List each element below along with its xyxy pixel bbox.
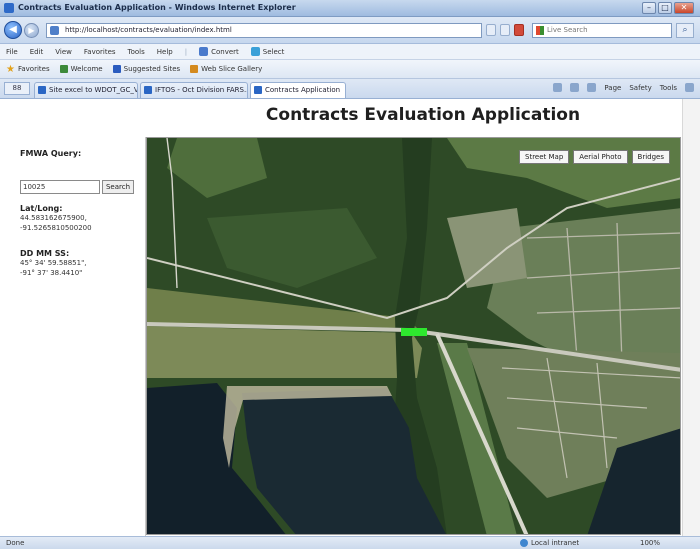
favorite-label: Suggested Sites <box>123 65 181 73</box>
close-button[interactable]: ✕ <box>674 2 694 14</box>
fmwa-query-label: FMWA Query: <box>20 149 82 158</box>
tab-icon <box>144 86 152 94</box>
maximize-button[interactable]: □ <box>658 2 672 14</box>
street-map-button[interactable]: Street Map <box>519 150 570 164</box>
dms-label: DD MM SS: <box>20 249 70 258</box>
security-zone[interactable]: Local intranet <box>520 539 579 547</box>
status-bar: Done Local intranet 100% <box>0 536 700 549</box>
favorites-star-icon: ★ <box>6 63 15 75</box>
window-controls: – □ ✕ <box>642 2 694 14</box>
web-slice-icon <box>190 65 199 73</box>
window-titlebar: Contracts Evaluation Application - Windo… <box>0 0 700 17</box>
address-actions <box>486 24 524 36</box>
favorite-item-welcome[interactable]: Welcome <box>59 65 103 73</box>
live-search-icon <box>536 26 544 35</box>
zone-label: Local intranet <box>531 539 580 547</box>
menu-separator: | <box>184 47 188 56</box>
globe-icon <box>520 539 528 547</box>
vertical-scrollbar[interactable] <box>682 99 700 536</box>
compatibility-icon[interactable] <box>486 24 496 36</box>
tab-label: IFTOS - Oct Division FARS... <box>155 86 248 94</box>
query-row: Search <box>20 180 145 194</box>
menu-edit[interactable]: Edit <box>30 48 44 56</box>
page-favicon-icon <box>50 26 59 35</box>
favorite-item-suggested-sites[interactable]: Suggested Sites <box>112 65 181 73</box>
fmwa-query-input[interactable] <box>20 180 100 194</box>
convert-icon <box>199 47 209 56</box>
search-go-button[interactable]: ⌕ <box>676 23 694 38</box>
select-icon <box>250 47 260 56</box>
menu-tools[interactable]: Tools <box>128 48 145 56</box>
menu-view[interactable]: View <box>55 48 72 56</box>
bridges-button[interactable]: Bridges <box>631 150 670 164</box>
search-placeholder: Live Search <box>547 26 588 34</box>
favorites-bar: ★ Favorites Welcome Suggested Sites Web … <box>0 60 700 79</box>
home-icon[interactable] <box>553 83 563 92</box>
feeds-icon[interactable] <box>570 83 580 92</box>
menu-file[interactable]: File <box>6 48 18 56</box>
refresh-icon[interactable] <box>500 24 510 36</box>
tab-site-excel[interactable]: Site excel to WDOT_GC_V... <box>34 82 138 98</box>
page-title: Contracts Evaluation Application <box>265 105 581 125</box>
stop-icon[interactable] <box>514 24 524 36</box>
aerial-imagery <box>147 138 680 534</box>
tab-label: Contracts Application <box>265 86 341 94</box>
bridge-highlight[interactable] <box>401 328 427 336</box>
favorites-button[interactable]: ★ Favorites <box>6 64 50 75</box>
back-button[interactable]: ◀ <box>4 21 22 39</box>
tab-iftos[interactable]: IFTOS - Oct Division FARS... <box>140 82 248 98</box>
zoom-level[interactable]: 100% <box>640 539 660 547</box>
crop-field <box>147 326 422 378</box>
tab-contracts-application[interactable]: Contracts Application <box>250 82 346 98</box>
suggested-sites-icon <box>112 65 121 73</box>
tab-icon <box>38 86 46 94</box>
tab-icon <box>254 86 262 94</box>
select-button[interactable]: Select <box>250 47 285 56</box>
select-label: Select <box>262 47 285 56</box>
minimize-button[interactable]: – <box>642 2 656 14</box>
latlong-label: Lat/Long: <box>20 204 63 213</box>
menu-favorites[interactable]: Favorites <box>84 48 116 56</box>
favorite-item-web-slice[interactable]: Web Slice Gallery <box>190 65 262 73</box>
url-text: http://localhost/contracts/evaluation/in… <box>65 26 232 34</box>
quick-tabs-button[interactable]: 88 <box>4 82 30 95</box>
welcome-icon <box>59 65 68 73</box>
favorites-label: Favorites <box>17 65 50 73</box>
tools-menu[interactable]: Tools <box>660 84 677 92</box>
url-field[interactable]: http://localhost/contracts/evaluation/in… <box>46 23 482 38</box>
safety-menu[interactable]: Safety <box>629 84 651 92</box>
favorite-label: Web Slice Gallery <box>201 65 263 73</box>
menu-help[interactable]: Help <box>157 48 173 56</box>
dms-longitude-value: -91° 37' 38.4410" <box>20 269 83 277</box>
window-title: Contracts Evaluation Application - Windo… <box>18 3 296 12</box>
aerial-map[interactable]: Street Map Aerial Photo Bridges <box>146 137 681 535</box>
tabs-bar: 88 Site excel to WDOT_GC_V... IFTOS - Oc… <box>0 79 700 99</box>
status-text: Done <box>6 539 25 547</box>
print-icon[interactable] <box>587 83 597 92</box>
help-icon[interactable] <box>685 83 694 92</box>
convert-button[interactable]: Convert <box>199 47 239 56</box>
page-content: Contracts Evaluation Application FMWA Qu… <box>0 99 700 536</box>
aerial-photo-button[interactable]: Aerial Photo <box>573 150 628 164</box>
latitude-value: 44.583162675900, <box>20 214 87 222</box>
favorite-label: Welcome <box>70 65 103 73</box>
address-bar: ◀ ▶ http://localhost/contracts/evaluatio… <box>0 17 700 44</box>
convert-label: Convert <box>211 47 239 56</box>
page-menu[interactable]: Page <box>604 84 621 92</box>
menu-bar: File Edit View Favorites Tools Help | Co… <box>0 44 700 60</box>
ie-icon <box>4 3 14 13</box>
forward-button[interactable]: ▶ <box>24 23 39 38</box>
longitude-value: -91.5265810500200 <box>20 224 92 232</box>
map-view-controls: Street Map Aerial Photo Bridges <box>519 150 670 164</box>
command-bar: Page Safety Tools <box>553 83 694 92</box>
search-button[interactable]: Search <box>102 180 134 194</box>
search-input[interactable]: Live Search <box>532 23 672 38</box>
tab-label: Site excel to WDOT_GC_V... <box>49 86 138 94</box>
dms-latitude-value: 45° 34' 59.58851", <box>20 259 87 267</box>
query-sidebar: FMWA Query: Search Lat/Long: 44.58316267… <box>0 137 146 536</box>
